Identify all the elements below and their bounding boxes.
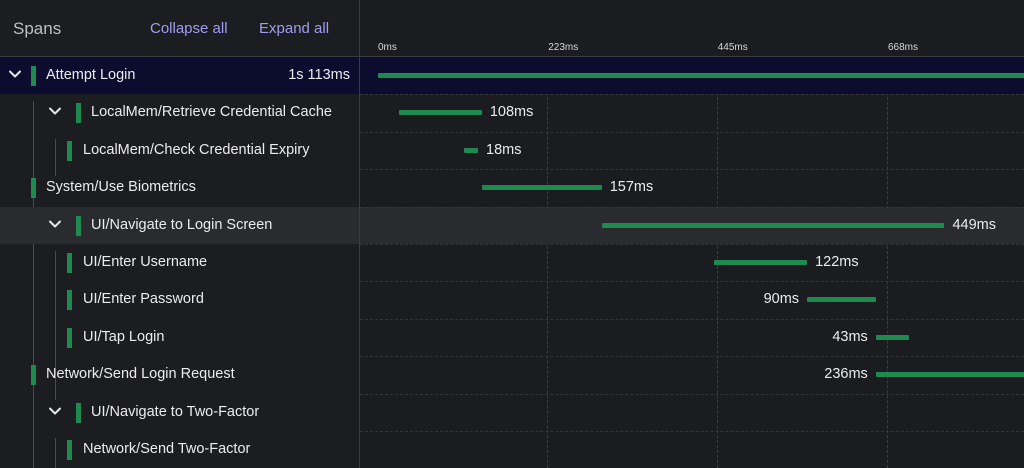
- timeline-row[interactable]: 90ms: [360, 281, 1024, 318]
- span-name: Network/Send Two-Factor: [83, 441, 251, 457]
- span-name: LocalMem/Check Credential Expiry: [83, 141, 310, 158]
- span-duration: 236ms: [824, 366, 868, 383]
- timeline-axis: 0ms 223ms 445ms 668ms: [360, 0, 1024, 57]
- row-separator: [360, 356, 1024, 358]
- tick-label: 223ms: [548, 42, 579, 53]
- row-separator: [360, 169, 1024, 171]
- span-bar[interactable]: [378, 73, 1024, 78]
- tick-label: 0ms: [378, 42, 397, 53]
- timeline-row[interactable]: 236ms: [360, 356, 1024, 393]
- timeline-row[interactable]: 226: [360, 431, 1024, 468]
- chevron-down-icon[interactable]: [47, 103, 63, 119]
- span-color-marker: [67, 140, 72, 161]
- span-duration: 90ms: [763, 291, 800, 308]
- span-name: LocalMem/Retrieve Credential Cache: [91, 104, 332, 121]
- span-tree-row[interactable]: LocalMem/Retrieve Credential Cache: [0, 94, 359, 131]
- trace-viewer: Spans Collapse all Expand all Attempt Lo…: [0, 0, 1024, 468]
- timeline-row[interactable]: [360, 57, 1024, 94]
- span-name: Attempt Login: [46, 67, 136, 83]
- row-separator: [360, 281, 1024, 283]
- span-color-marker: [31, 66, 36, 86]
- tick-label: 445ms: [717, 42, 748, 53]
- timeline-row[interactable]: 108ms: [360, 94, 1024, 131]
- span-color-marker: [67, 253, 72, 273]
- span-name: System/Use Biometrics: [46, 179, 196, 196]
- row-separator: [360, 244, 1024, 245]
- timeline-row[interactable]: 4: [360, 394, 1024, 431]
- timeline-row[interactable]: 122ms: [360, 244, 1024, 281]
- timeline-row[interactable]: 449ms: [360, 206, 1024, 244]
- span-duration: 1s 113ms: [288, 67, 350, 83]
- span-tree-row[interactable]: System/Use Biometrics: [0, 169, 359, 206]
- span-color-marker: [67, 440, 72, 460]
- spans-tree-panel: Spans Collapse all Expand all Attempt Lo…: [0, 0, 360, 468]
- span-name: UI/Navigate to Two-Factor: [91, 403, 260, 420]
- row-separator: [360, 206, 1024, 208]
- span-color-marker: [31, 365, 36, 386]
- span-name: UI/Navigate to Login Screen: [91, 216, 273, 233]
- span-tree-row[interactable]: UI/Navigate to Two-Factor: [0, 394, 359, 431]
- span-duration: 108ms: [489, 104, 534, 121]
- span-color-marker: [76, 103, 81, 124]
- span-duration: 122ms: [815, 254, 859, 270]
- span-duration: 157ms: [609, 179, 654, 196]
- span-tree-row[interactable]: UI/Enter Username: [0, 244, 359, 281]
- span-duration: 449ms: [952, 216, 997, 233]
- span-tree-row[interactable]: UI/Enter Password: [0, 281, 359, 318]
- expand-all-button[interactable]: Expand all: [259, 20, 329, 37]
- timeline-row[interactable]: 43ms: [360, 319, 1024, 356]
- span-bar[interactable]: [601, 222, 945, 228]
- span-name: Network/Send Login Request: [46, 366, 235, 383]
- timeline-row[interactable]: 18ms: [360, 132, 1024, 169]
- span-color-marker: [76, 402, 81, 423]
- span-color-marker: [67, 327, 72, 348]
- span-bar[interactable]: [875, 334, 909, 340]
- collapse-all-button[interactable]: Collapse all: [150, 20, 228, 37]
- span-duration: 43ms: [832, 328, 868, 345]
- chevron-down-icon[interactable]: [47, 216, 63, 232]
- spans-title: Spans: [13, 19, 62, 38]
- span-name: UI/Tap Login: [83, 328, 165, 345]
- span-name: UI/Enter Password: [83, 291, 204, 308]
- span-bar[interactable]: [399, 110, 482, 116]
- span-bar[interactable]: [464, 147, 478, 153]
- span-name: UI/Enter Username: [83, 254, 208, 270]
- span-tree-row[interactable]: UI/Navigate to Login Screen: [0, 206, 359, 244]
- span-duration: 18ms: [486, 141, 522, 158]
- span-color-marker: [31, 178, 36, 199]
- row-separator: [360, 131, 1024, 133]
- span-bar[interactable]: [807, 297, 876, 303]
- row-separator: [360, 431, 1024, 432]
- timeline-panel: 0ms 223ms 445ms 668ms 108ms 18ms 157ms 449ms 12…: [360, 0, 1024, 468]
- tick-label: 668ms: [888, 42, 919, 53]
- span-color-marker: [67, 290, 72, 311]
- row-separator: [360, 318, 1024, 320]
- span-tree-row[interactable]: Network/Send Login Request: [0, 356, 359, 393]
- span-tree-row[interactable]: Attempt Login 1s 113ms: [0, 57, 359, 94]
- span-bar[interactable]: [875, 372, 1024, 378]
- chevron-down-icon[interactable]: [47, 403, 63, 419]
- timeline-row[interactable]: 157ms: [360, 169, 1024, 206]
- span-tree-row[interactable]: LocalMem/Check Credential Expiry: [0, 132, 359, 169]
- span-bar[interactable]: [481, 185, 602, 191]
- row-separator: [360, 393, 1024, 395]
- spans-header: Spans Collapse all Expand all: [0, 0, 359, 57]
- span-color-marker: [76, 215, 81, 236]
- span-tree-row[interactable]: Network/Send Two-Factor: [0, 431, 359, 468]
- row-separator: [360, 94, 1024, 96]
- chevron-down-icon[interactable]: [7, 66, 23, 82]
- span-bar[interactable]: [713, 260, 808, 265]
- span-tree-row[interactable]: UI/Tap Login: [0, 319, 359, 356]
